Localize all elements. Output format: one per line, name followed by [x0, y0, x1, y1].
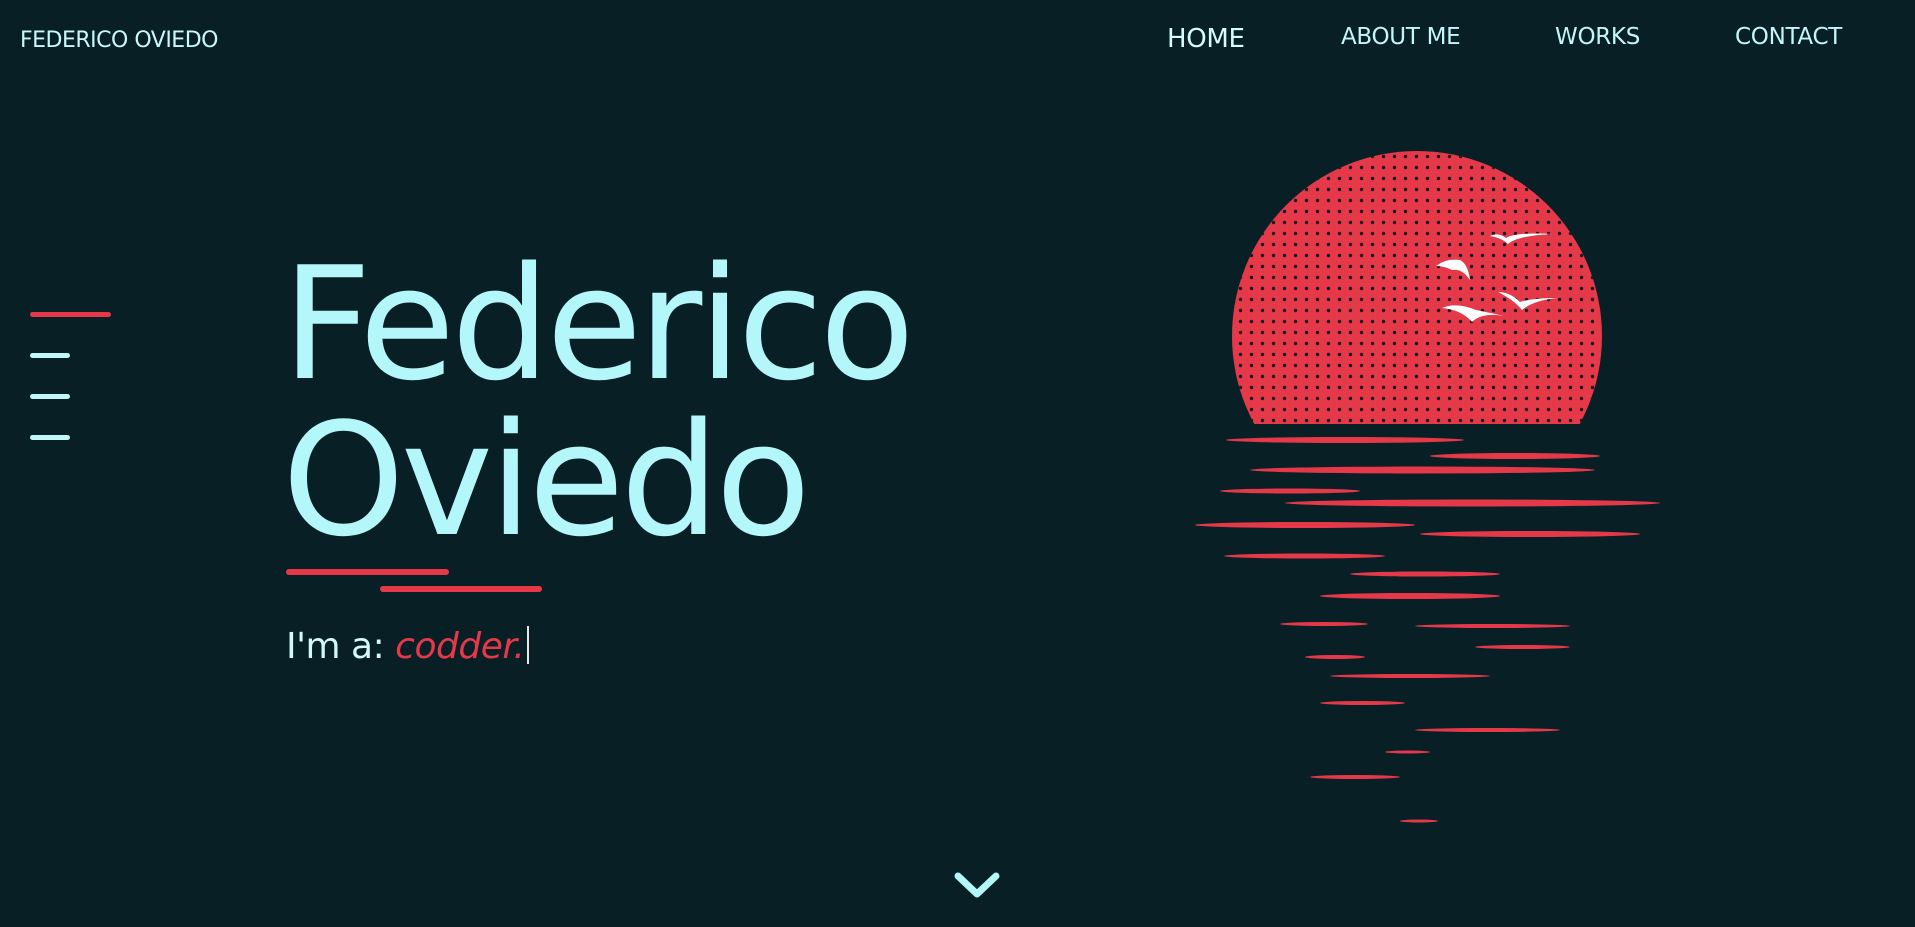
reflection-streak: [1226, 437, 1464, 443]
reflection-streak: [1350, 571, 1500, 577]
chevron-down-icon: [954, 872, 1000, 898]
typing-role: codder.: [395, 626, 525, 667]
reflection-streak: [1305, 655, 1365, 659]
menu-bar-accent: [30, 312, 111, 317]
reflection-streak: [1310, 775, 1400, 779]
scroll-down-button[interactable]: [952, 868, 1002, 904]
reflection-streak: [1195, 522, 1415, 528]
reflection-streak: [1250, 466, 1595, 474]
menu-bar: [30, 353, 70, 358]
reflection-streak: [1285, 499, 1660, 507]
nav-home-link[interactable]: HOME: [1167, 24, 1245, 54]
nav-works-link[interactable]: WORKS: [1555, 24, 1640, 50]
reflection-streak: [1330, 674, 1490, 678]
title-underline-top: [286, 569, 449, 575]
sea-reflection: [1195, 437, 1660, 823]
reflection-streak: [1475, 645, 1570, 649]
sun-shape: [1232, 151, 1602, 424]
reflection-streak: [1400, 819, 1438, 823]
reflection-streak: [1430, 453, 1600, 459]
reflection-streak: [1224, 553, 1385, 559]
title-underline-bottom: [380, 586, 542, 592]
menu-bar: [30, 394, 70, 399]
brand-logo[interactable]: FEDERICO OVIEDO: [20, 28, 218, 53]
reflection-streak: [1320, 593, 1500, 599]
reflection-streak: [1280, 622, 1368, 626]
nav-contact-link[interactable]: CONTACT: [1735, 24, 1842, 50]
reflection-streak: [1415, 624, 1570, 628]
reflection-streak: [1415, 728, 1560, 732]
hero-title: Federico Oviedo: [282, 233, 915, 571]
typing-line: I'm a: codder.: [286, 626, 530, 667]
reflection-streak: [1385, 750, 1430, 754]
hero-first-name: Federico: [282, 233, 915, 415]
hero-last-name: Oviedo: [282, 389, 811, 571]
reflection-streak: [1320, 701, 1405, 705]
hamburger-menu-icon[interactable]: [30, 310, 112, 444]
typing-prefix: I'm a:: [286, 626, 385, 667]
typing-caret: [527, 626, 530, 664]
nav-about-link[interactable]: ABOUT ME: [1341, 24, 1461, 50]
sunset-sea-illustration: [1195, 151, 1660, 823]
reflection-streak: [1420, 531, 1640, 537]
menu-bar: [30, 435, 70, 440]
reflection-streak: [1220, 488, 1360, 494]
